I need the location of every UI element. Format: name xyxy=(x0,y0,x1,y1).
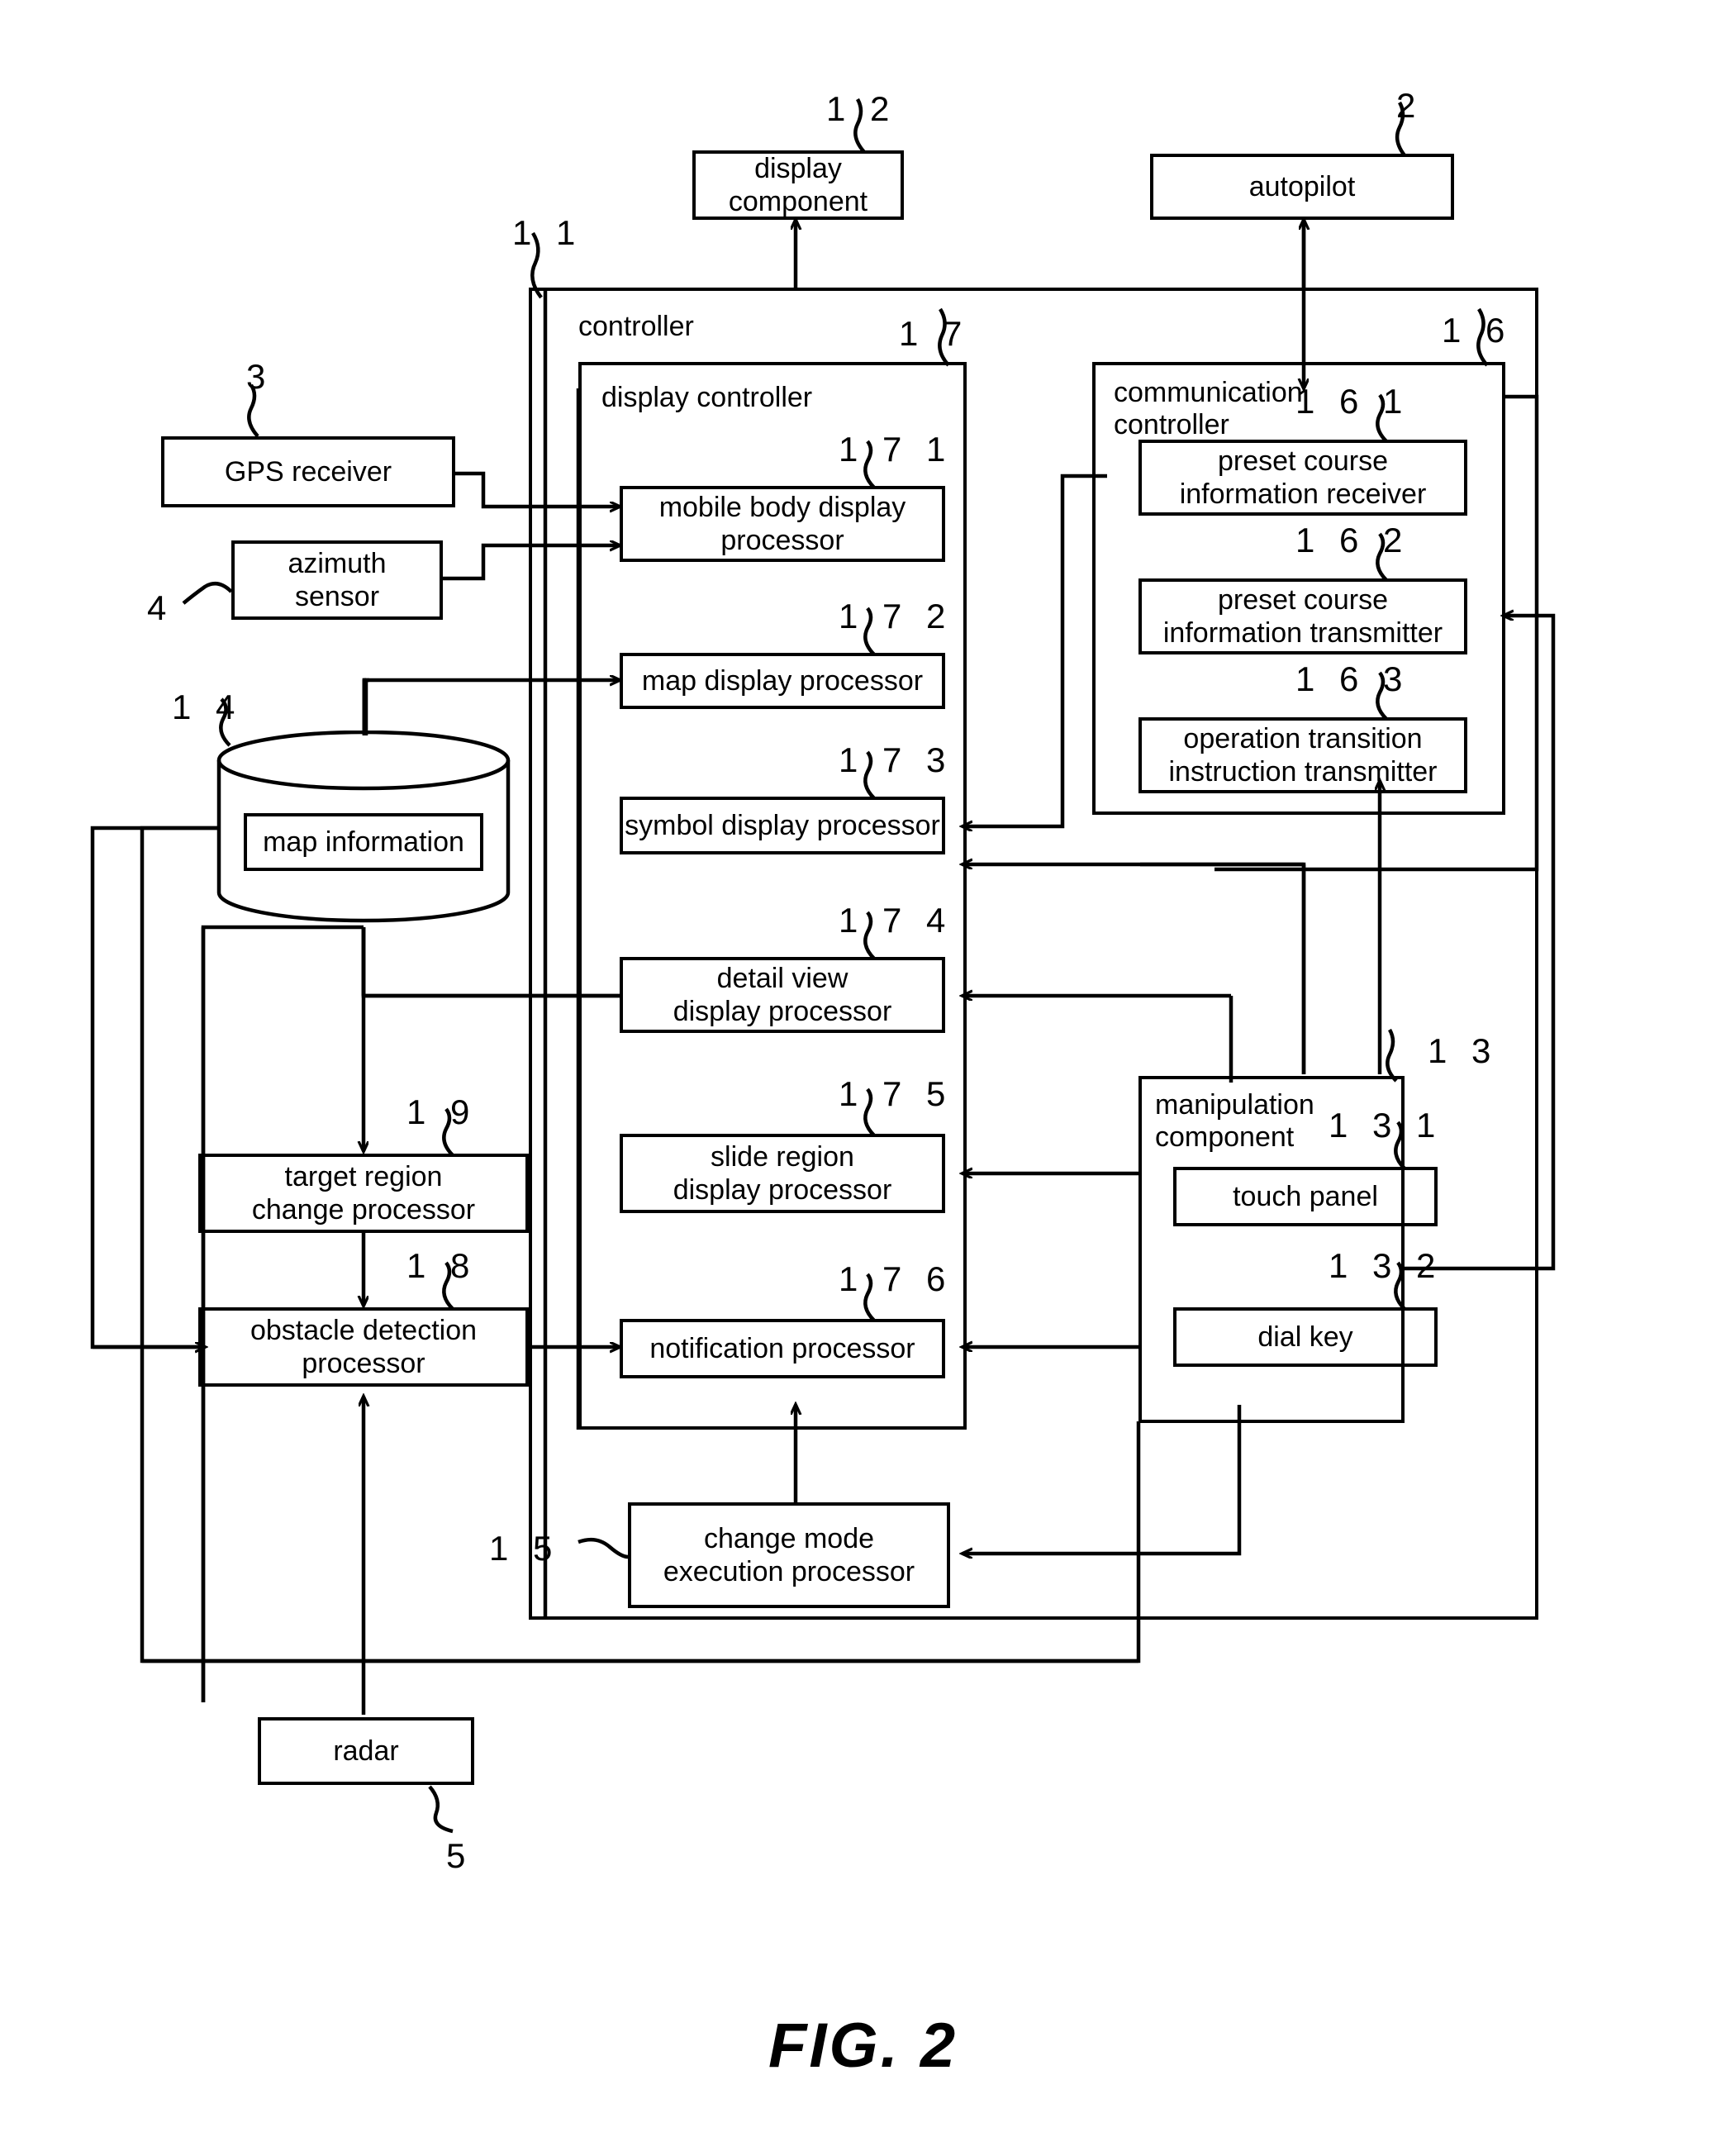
figure-page: controller 1 1 display controller 1 7 co… xyxy=(0,0,1716,2156)
figure-caption: FIG. 2 xyxy=(768,2011,958,2081)
leader-15 xyxy=(578,1537,629,1559)
